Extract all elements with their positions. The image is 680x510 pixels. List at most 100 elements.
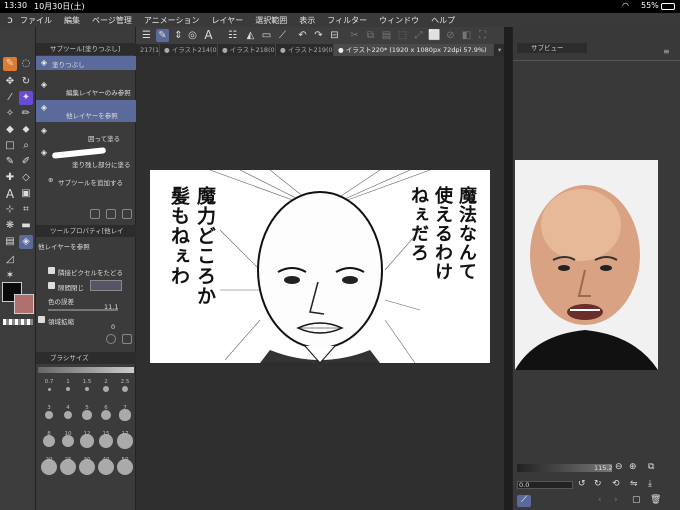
copy-icon[interactable]: ⧉	[364, 29, 377, 42]
subtool-item[interactable]: ◈ 編集レイヤーのみ参照	[36, 77, 136, 99]
brush-size-preset[interactable]	[119, 409, 131, 421]
clear-icon[interactable]: ⊟	[328, 29, 341, 42]
text-icon[interactable]: A	[202, 29, 215, 42]
balloon-icon[interactable]: ❋	[3, 219, 17, 233]
brush-size-preset[interactable]	[63, 410, 73, 420]
brush-size-preset[interactable]	[103, 386, 109, 392]
next-icon[interactable]: ›	[614, 495, 618, 505]
pen-tool-icon[interactable]: ✎	[3, 57, 17, 71]
auto-select-icon[interactable]: ✦	[19, 91, 33, 105]
menu-window[interactable]: ウィンドウ	[379, 15, 419, 26]
brush-size-preset[interactable]	[45, 411, 53, 419]
eraser-icon[interactable]: ◇	[19, 171, 33, 185]
target-icon[interactable]: ◎	[186, 29, 199, 42]
delete-subtool-icon[interactable]	[122, 209, 132, 219]
menu-animation[interactable]: アニメーション	[144, 15, 200, 26]
pencil-icon[interactable]: ✎	[3, 155, 17, 169]
stack-icon[interactable]: ☷	[226, 29, 239, 42]
pen-icon[interactable]: ✎	[156, 29, 169, 42]
brush-size-preset[interactable]	[84, 386, 90, 392]
subtool-item-selected[interactable]: ◈ 他レイヤーを参照	[36, 100, 136, 122]
menu-layer[interactable]: レイヤー	[212, 15, 244, 26]
zoom-out-icon[interactable]: ⊖	[615, 462, 623, 472]
tab-217[interactable]: 217(1)	[136, 44, 160, 56]
menu-selection[interactable]: 選択範囲	[255, 15, 287, 26]
tab-214[interactable]: ● イラスト214(0)	[160, 44, 218, 56]
menu-view[interactable]: 表示	[299, 15, 315, 26]
gradient-icon[interactable]: ▤	[3, 235, 17, 249]
add-subtool-button[interactable]: ⊕ サブツールを追加する	[36, 175, 136, 187]
tab-220-active[interactable]: ● イラスト220* (1920 x 1080px 72dpi 57.9%)	[334, 44, 494, 56]
correct-line-icon[interactable]: ◿	[3, 253, 17, 267]
close-gap-checkbox[interactable]	[48, 282, 55, 289]
open-image-icon[interactable]: ▢	[632, 495, 641, 505]
select-all-icon[interactable]: ⬜	[428, 29, 441, 42]
tab-219[interactable]: ● イラスト219(0)	[276, 44, 334, 56]
rotate-icon[interactable]: ↻	[19, 75, 33, 89]
delete-image-icon[interactable]: 🗑	[650, 495, 661, 505]
deselect-icon[interactable]: ⊘	[444, 29, 457, 42]
move-icon[interactable]: ✥	[3, 75, 17, 89]
brushsize-slider[interactable]	[38, 367, 134, 373]
lasso-icon[interactable]: ◌	[19, 57, 33, 71]
selection-icon[interactable]: ⛶	[476, 29, 489, 42]
updown-icon[interactable]: ⇕	[172, 29, 185, 42]
figure-icon[interactable]: ⊹	[3, 203, 17, 217]
adjacent-checkbox[interactable]	[48, 267, 55, 274]
fit-icon[interactable]: ⧉	[648, 462, 654, 472]
zoom-icon[interactable]: ⌕	[19, 139, 33, 153]
brush-icon[interactable]: ✏	[19, 107, 33, 121]
menu-page[interactable]: ページ管理	[92, 15, 132, 26]
line-icon[interactable]: ▬	[19, 219, 33, 233]
flip-icon[interactable]: ⇋	[630, 479, 638, 489]
reset-icon[interactable]: ⟲	[612, 479, 620, 489]
undo-icon[interactable]: ↶	[296, 29, 309, 42]
settings-icon[interactable]	[106, 334, 116, 344]
frame-icon[interactable]: ▣	[19, 187, 33, 201]
decoration-icon[interactable]: ✶	[3, 269, 17, 283]
rotate-right-icon[interactable]: ↻	[594, 479, 602, 489]
brush-size-preset[interactable]	[100, 409, 112, 421]
eyedropper-toggle-icon[interactable]: ⟋	[517, 495, 531, 507]
eyedropper-icon[interactable]: ⟋	[276, 29, 289, 42]
fill-icon[interactable]: ◭	[244, 29, 257, 42]
rotate-left-icon[interactable]: ↺	[578, 479, 586, 489]
divider-icon[interactable]: ▭	[260, 29, 273, 42]
transform-icon[interactable]: ⬚	[396, 29, 409, 42]
menu-file[interactable]: ファイル	[20, 15, 52, 26]
sub-color-swatch[interactable]	[14, 294, 34, 314]
menu-help[interactable]: ヘルプ	[431, 15, 455, 26]
panel-menu-icon[interactable]: ≡	[663, 47, 673, 57]
menu-filter[interactable]: フィルター	[327, 15, 367, 26]
prev-icon[interactable]: ‹	[598, 495, 602, 505]
adjacent-pixel-row[interactable]: 隣接ピクセルをたどる	[36, 265, 136, 277]
airbrush-icon[interactable]: ✐	[19, 155, 33, 169]
brush-size-preset[interactable]	[47, 387, 51, 391]
close-gap-row[interactable]: 隙間閉じ	[36, 279, 136, 293]
new-subtool-icon[interactable]	[106, 209, 116, 219]
area-scaling-checkbox[interactable]	[38, 316, 45, 323]
brush-size-preset[interactable]	[66, 387, 70, 391]
import-icon[interactable]: ⤓	[648, 479, 652, 489]
blend-icon[interactable]: ⬥	[19, 123, 33, 137]
area-scaling-row[interactable]: 領域拡縮 0	[36, 315, 136, 333]
gap-size-selector[interactable]	[90, 280, 122, 291]
subtool-item[interactable]: ◈ 塗り残し部分に塗る	[36, 145, 136, 169]
tab-218[interactable]: ● イラスト218(0)	[218, 44, 276, 56]
color-margin-row[interactable]: 色の誤差 11.1	[36, 295, 136, 313]
scale-icon[interactable]: ⤢	[412, 29, 425, 42]
subview-tab[interactable]: サブビュー	[517, 43, 587, 53]
eyedropper-icon[interactable]: ⁄	[3, 91, 17, 105]
tab-list-chevron-icon[interactable]: ▾	[494, 44, 504, 56]
zoom-in-icon[interactable]: ⊕	[629, 462, 637, 472]
operation-icon[interactable]: ✚	[3, 171, 17, 185]
fill-bucket-icon[interactable]: ◈	[19, 235, 33, 249]
cut-icon[interactable]: ✂	[348, 29, 361, 42]
reference-image[interactable]	[515, 160, 658, 370]
ruler-icon[interactable]: ⌗	[19, 203, 33, 217]
rectangle-icon[interactable]: □	[3, 139, 17, 153]
paste-icon[interactable]: ▤	[380, 29, 393, 42]
manga-canvas[interactable]: 魔法なんて 使えるわけ ねぇだろ 魔力どころか 髪もねぇわ	[150, 170, 490, 363]
menu-edit[interactable]: 編集	[64, 15, 80, 26]
menu-icon[interactable]: ☰	[140, 29, 153, 42]
